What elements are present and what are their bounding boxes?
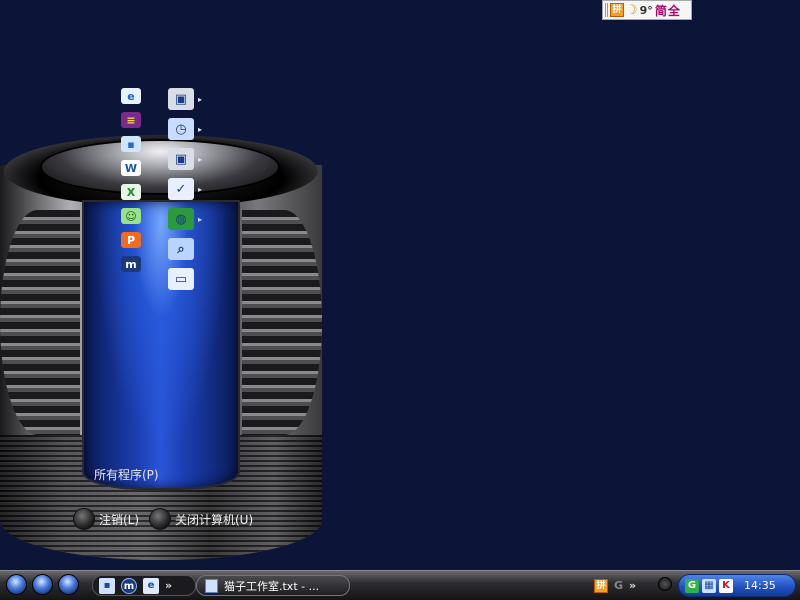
ime-g-icon[interactable]: G [614,579,623,592]
ime-logo-icon[interactable]: 拼 [610,3,624,17]
logoff-label: 注销(L) [99,512,140,527]
system-shortcuts: ▣ ▸ ◷ ▸ ▣ ▸ ✓ ▸ ◍ ▸ ⌕ ▭ [168,88,202,290]
cylinder-ribs-left [0,210,80,435]
submenu-arrow-icon: ▸ [198,184,203,194]
quick-launch: ▪ m e » [92,575,196,596]
pinned-program-item[interactable]: W [121,160,141,176]
maxthon-icon[interactable]: m [121,577,137,594]
task-notepad[interactable]: 猫子工作室.txt - ... [196,575,350,596]
ime-tray[interactable]: 拼 G » [590,575,660,596]
excel-icon[interactable]: X [121,184,141,200]
shutdown-label: 关闭计算机(U) [175,512,254,527]
camera-icon-2[interactable]: ▣ [168,148,194,170]
system-shortcut-item[interactable]: ▣ ▸ [168,88,202,110]
submenu-arrow-icon: ▸ [198,94,203,104]
all-programs-button[interactable]: 所有程序(P) [94,466,159,483]
shutdown-icon[interactable] [149,508,171,530]
pinned-program-item[interactable]: P [121,232,141,248]
pinned-program-item[interactable]: X [121,184,141,200]
checklist-icon[interactable]: ✓ [168,178,194,200]
start-button[interactable] [6,574,27,595]
ime-chevron[interactable]: » [629,579,636,592]
ie-quick-icon[interactable]: e [143,577,159,594]
word-icon[interactable]: W [121,160,141,176]
show-desktop-icon[interactable]: ▪ [99,577,115,594]
winrar-icon[interactable]: ≡ [121,112,141,128]
quick-launch-chevron[interactable]: » [165,579,172,592]
run-icon[interactable]: ▭ [168,268,194,290]
start-orbs [6,574,79,595]
system-shortcut-item[interactable]: ◷ ▸ [168,118,202,140]
system-shortcut-item[interactable]: ◍ ▸ [168,208,202,230]
clock[interactable]: 14:35 [744,579,776,592]
taskbar: ▪ m e » 猫子工作室.txt - ... 拼 G » G ▦ K 14:3… [0,570,800,600]
network-icon[interactable]: ▦ [702,578,716,593]
system-shortcut-item[interactable]: ▭ [168,268,202,290]
globe-icon[interactable]: ◍ [168,208,194,230]
notepad-icon [205,578,218,593]
pinned-programs: e ≡ ▪ W X ☺ Pm [121,88,141,272]
ime-logo-icon[interactable]: 拼 [594,578,608,593]
system-tray: G ▦ K 14:35 [678,574,796,597]
logoff-button[interactable]: 注销(L) [73,508,139,530]
cylinder-ribs-right [242,210,322,435]
ie-icon[interactable]: e [121,88,141,104]
submenu-arrow-icon: ▸ [198,214,203,224]
tray-toggle-button[interactable] [658,577,672,591]
messenger-icon[interactable]: ☺ [121,208,141,224]
pinned-program-item[interactable]: ▪ [121,136,141,152]
pinned-program-item[interactable]: m [121,256,141,272]
logoff-icon[interactable] [73,508,95,530]
system-shortcut-item[interactable]: ▣ ▸ [168,148,202,170]
maxthon-icon[interactable]: m [121,256,141,272]
g-tray-icon[interactable]: G [685,578,699,593]
ime-mode-label[interactable]: 简全 [655,2,681,19]
camera-icon[interactable]: ▣ [168,88,194,110]
shutdown-button[interactable]: 关闭计算机(U) [149,508,253,530]
search-icon[interactable]: ⌕ [168,238,194,260]
ime-status-bar[interactable]: 拼 ☽ 9° 简全 [602,0,692,20]
orb-button-3[interactable] [58,574,79,595]
notepad-icon[interactable]: ▪ [121,136,141,152]
half-width-icon[interactable]: ☽ [626,3,638,18]
cylinder-lid [40,139,280,195]
pinned-program-item[interactable]: ☺ [121,208,141,224]
powerpoint-icon[interactable]: P [121,232,141,248]
system-shortcut-item[interactable]: ✓ ▸ [168,178,202,200]
orb-button-2[interactable] [32,574,53,595]
submenu-arrow-icon: ▸ [198,124,203,134]
antivirus-icon[interactable]: K [719,578,733,593]
menu-window [82,200,240,490]
drag-handle[interactable] [605,3,608,17]
pinned-program-item[interactable]: e [121,88,141,104]
punctuation-toggle[interactable]: 9° [640,4,653,17]
system-shortcut-item[interactable]: ⌕ [168,238,202,260]
clock-icon[interactable]: ◷ [168,118,194,140]
submenu-arrow-icon: ▸ [198,154,203,164]
task-title: 猫子工作室.txt - ... [224,579,320,593]
start-menu [0,135,322,560]
pinned-program-item[interactable]: ≡ [121,112,141,128]
